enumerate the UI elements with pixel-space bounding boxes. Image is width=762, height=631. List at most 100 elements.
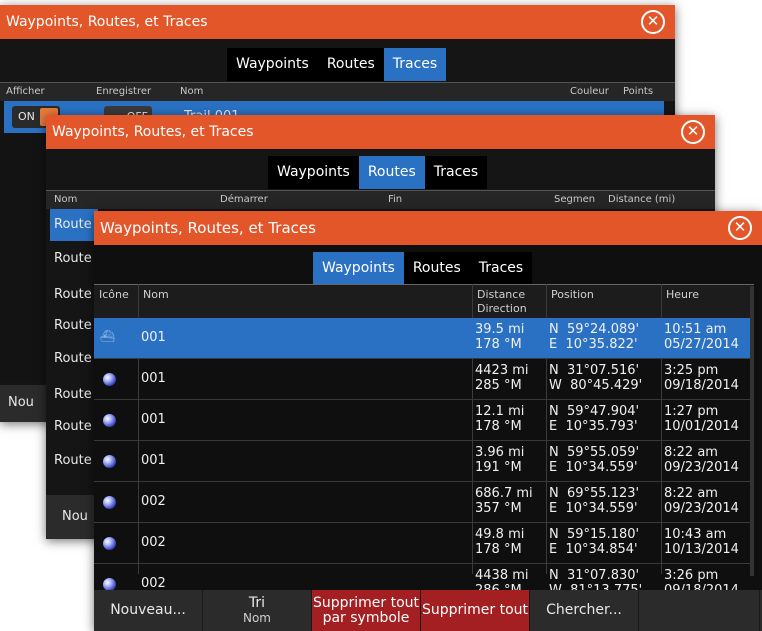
- window-title: Waypoints, Routes, et Traces: [6, 14, 208, 30]
- col-distance: Distance (mi): [608, 194, 676, 205]
- delete-all-button[interactable]: Supprimer tout: [421, 590, 530, 631]
- tab-traces[interactable]: Traces: [424, 156, 488, 189]
- window-title: Waypoints, Routes, et Traces: [100, 219, 316, 237]
- title-bar: Waypoints, Routes, et Traces ✕: [94, 211, 762, 245]
- nouveau-label: Nou: [62, 509, 88, 524]
- action-bar: Nouveau... Tri Nom Supprimer tout par sy…: [94, 590, 762, 631]
- latitude-value: N 31°07.516': [549, 363, 640, 378]
- waypoint-name: 001: [141, 330, 166, 345]
- position-cell: N 59°15.180' E 10°34.854': [549, 527, 639, 557]
- tab-bar: Waypoints Routes Traces: [313, 252, 533, 285]
- time-value: 10:43 am: [664, 527, 727, 542]
- sort-button[interactable]: Tri Nom: [203, 590, 312, 631]
- date-value: 09/23/2014: [664, 460, 739, 475]
- waypoint-list: ⛴ 001 39.5 mi 178 °M N 59°24.089' E 10°35.822…: [94, 318, 754, 605]
- distance-value: 12.1 mi: [475, 404, 525, 419]
- direction-value: 285 °M: [475, 378, 522, 393]
- col-nom[interactable]: Nom: [143, 288, 169, 302]
- waypoint-name: 002: [141, 535, 166, 550]
- new-waypoint-button[interactable]: Nouveau...: [94, 590, 203, 631]
- distance-cell: 4423 mi 285 °M: [475, 363, 529, 393]
- time-value: 8:22 am: [664, 486, 718, 501]
- tab-routes[interactable]: Routes: [403, 252, 470, 285]
- table-row[interactable]: 002 49.8 mi 178 °M N 59°15.180' E 10°34.854'…: [94, 523, 754, 564]
- distance-value: 49.8 mi: [475, 527, 525, 542]
- tab-routes[interactable]: Routes: [317, 48, 384, 81]
- waypoint-name: 001: [141, 453, 166, 468]
- date-value: 09/23/2014: [664, 501, 739, 516]
- tab-waypoints[interactable]: Waypoints: [227, 48, 318, 81]
- col-demarrer: Démarrer: [220, 194, 268, 205]
- col-afficher: Afficher: [6, 86, 45, 97]
- toggle-on-label: ON: [18, 110, 35, 123]
- new-waypoint-label: Nouveau...: [110, 602, 186, 618]
- latitude-value: N 59°15.180': [549, 527, 640, 542]
- table-row-selected[interactable]: Route: [50, 209, 98, 241]
- tab-waypoints[interactable]: Waypoints: [313, 252, 404, 285]
- distance-cell: 39.5 mi 178 °M: [475, 322, 524, 352]
- table-row[interactable]: 001 3.96 mi 191 °M N 59°55.059' E 10°34.559'…: [94, 441, 754, 482]
- delete-by-symbol-label-1: Supprimer tout: [312, 594, 420, 611]
- distance-value: 4423 mi: [475, 363, 529, 378]
- route-label[interactable]: Route: [54, 318, 92, 333]
- route-label[interactable]: Route: [54, 287, 92, 302]
- time-cell: 8:22 am 09/23/2014: [664, 486, 739, 516]
- col-heure[interactable]: Heure: [666, 288, 699, 302]
- latitude-value: N 59°55.059': [549, 445, 640, 460]
- close-icon[interactable]: ✕: [641, 10, 665, 34]
- direction-value: 178 °M: [475, 542, 522, 557]
- time-value: 3:25 pm: [664, 363, 719, 378]
- route-label[interactable]: Route: [54, 351, 92, 366]
- longitude-value: E 10°34.559': [549, 460, 638, 475]
- col-icone[interactable]: Icône: [99, 288, 129, 302]
- direction-value: 178 °M: [475, 419, 522, 434]
- time-cell: 10:51 am 05/27/2014: [664, 322, 739, 352]
- tab-traces[interactable]: Traces: [383, 48, 447, 81]
- time-value: 1:27 pm: [664, 404, 719, 419]
- sort-label: Tri: [248, 594, 266, 611]
- longitude-value: E 10°35.793': [549, 419, 638, 434]
- longitude-value: W 80°45.429': [549, 378, 643, 393]
- latitude-value: N 59°24.089': [549, 322, 640, 337]
- tab-bar: Waypoints Routes Traces: [227, 48, 447, 81]
- route-label[interactable]: Route: [54, 453, 92, 468]
- tab-routes[interactable]: Routes: [358, 156, 425, 189]
- waypoint-icon: [103, 414, 116, 427]
- route-label[interactable]: Route: [54, 387, 92, 402]
- col-distance[interactable]: Distance Direction: [477, 288, 527, 316]
- time-cell: 1:27 pm 10/01/2014: [664, 404, 739, 434]
- close-icon[interactable]: ✕: [681, 120, 705, 144]
- table-row[interactable]: 002 686.7 mi 357 °M N 69°55.123' E 10°34.559…: [94, 482, 754, 523]
- distance-value: 39.5 mi: [475, 322, 525, 337]
- table-row[interactable]: 001 4423 mi 285 °M N 31°07.516' W 80°45.429'…: [94, 359, 754, 400]
- route-label[interactable]: Route: [54, 419, 92, 434]
- table-row[interactable]: ⛴ 001 39.5 mi 178 °M N 59°24.089' E 10°35.822…: [94, 318, 754, 359]
- route-label[interactable]: Route: [54, 251, 92, 266]
- distance-value: 3.96 mi: [475, 445, 525, 460]
- distance-cell: 12.1 mi 178 °M: [475, 404, 524, 434]
- position-cell: N 59°24.089' E 10°35.822': [549, 322, 639, 352]
- waypoint-name: 001: [141, 412, 166, 427]
- delete-by-symbol-button[interactable]: Supprimer tout par symbole: [312, 590, 421, 631]
- distance-value: 686.7 mi: [475, 486, 533, 501]
- col-position[interactable]: Position: [551, 288, 594, 302]
- search-button[interactable]: Chercher...: [530, 590, 639, 631]
- close-icon[interactable]: ✕: [728, 216, 752, 240]
- time-cell: 8:22 am 09/23/2014: [664, 445, 739, 475]
- search-label: Chercher...: [546, 602, 622, 618]
- latitude-value: N 31°07.830': [549, 568, 640, 583]
- distance-cell: 49.8 mi 178 °M: [475, 527, 524, 557]
- column-header: Icône Nom Distance Direction Position He…: [94, 284, 754, 319]
- waypoint-icon: [103, 537, 116, 550]
- table-row[interactable]: 001 12.1 mi 178 °M N 59°47.904' E 10°35.793'…: [94, 400, 754, 441]
- scrollbar[interactable]: [750, 286, 754, 576]
- direction-value: 191 °M: [475, 460, 522, 475]
- col-nom: Nom: [180, 86, 204, 97]
- tab-traces[interactable]: Traces: [469, 252, 533, 285]
- position-cell: N 59°47.904' E 10°35.793': [549, 404, 639, 434]
- title-bar: Waypoints, Routes, et Traces ✕: [0, 5, 675, 39]
- date-value: 10/13/2014: [664, 542, 739, 557]
- time-value: 3:26 pm: [664, 568, 719, 583]
- tab-waypoints[interactable]: Waypoints: [268, 156, 359, 189]
- longitude-value: E 10°35.822': [549, 337, 638, 352]
